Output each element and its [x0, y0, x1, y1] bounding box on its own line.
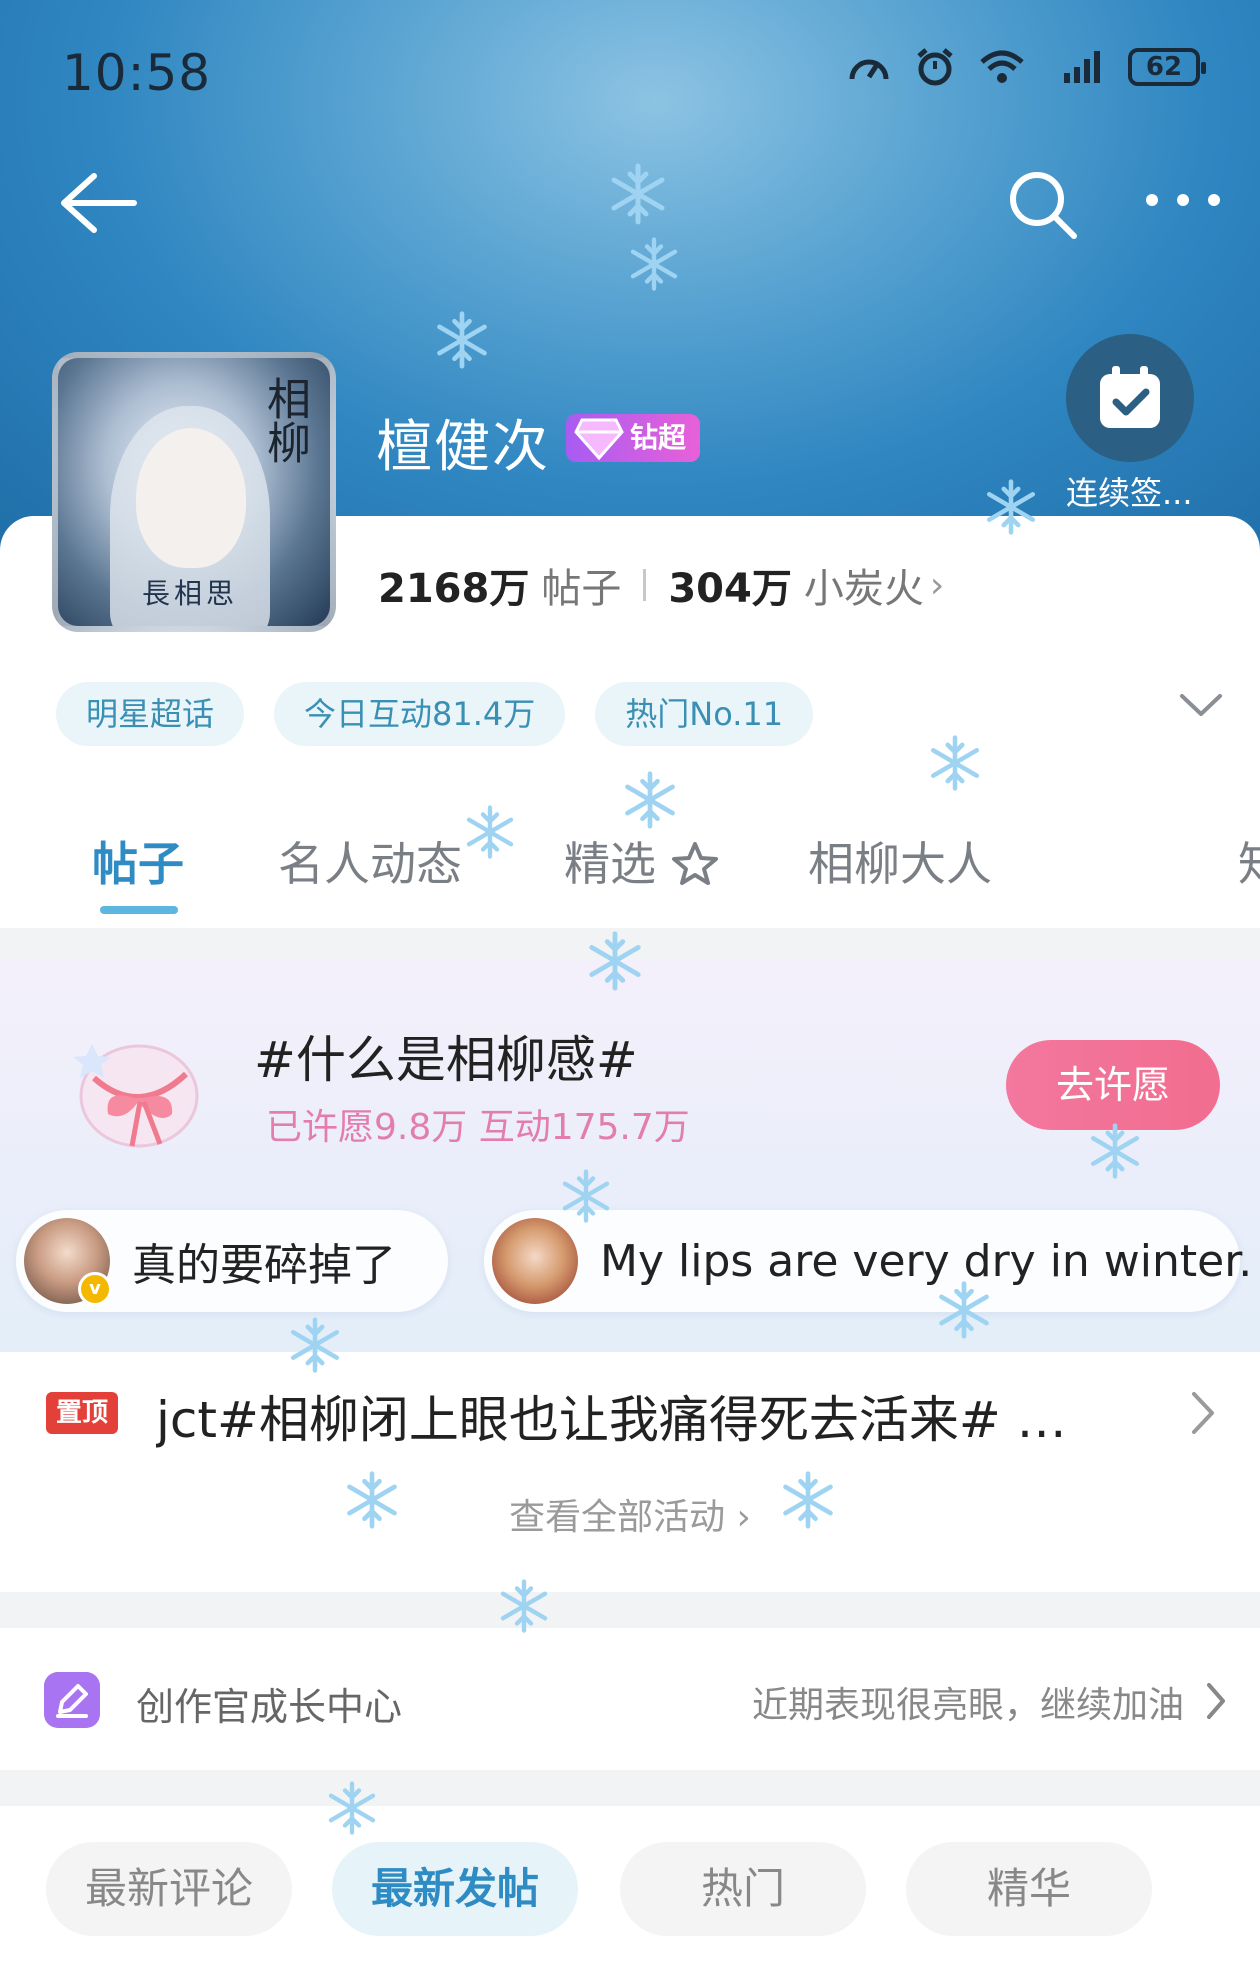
- view-all-activities-link[interactable]: 查看全部活动 ›: [0, 1488, 1260, 1540]
- wish-topic-title[interactable]: #什么是相柳感#: [254, 1020, 638, 1092]
- growth-center-hint: 近期表现很亮眼，继续加油: [751, 1685, 1184, 1726]
- sort-latest-comments[interactable]: 最新评论: [46, 1842, 292, 1936]
- sort-essence[interactable]: 精华: [906, 1842, 1152, 1936]
- verified-icon: v: [78, 1272, 112, 1306]
- content-tabs: 帖子 名人动态 精选 相柳大人 知: [0, 800, 1260, 920]
- comment-bubble[interactable]: v 真的要碎掉了: [16, 1210, 448, 1312]
- tab-celebrity-updates[interactable]: 名人动态: [278, 828, 462, 894]
- tag-daily-interaction[interactable]: 今日互动81.4万: [274, 682, 566, 746]
- search-icon[interactable]: [1004, 166, 1082, 244]
- stats-divider: [643, 569, 647, 601]
- tab-featured[interactable]: 精选: [564, 828, 719, 894]
- fire-unit: 小炭火: [803, 566, 924, 612]
- make-wish-button[interactable]: 去许愿: [1006, 1040, 1220, 1130]
- topic-name: 檀健次: [376, 415, 550, 480]
- chevron-down-icon[interactable]: [1178, 690, 1224, 720]
- topic-stats[interactable]: 2168万 帖子 304万 小炭火 ›: [378, 556, 944, 614]
- avatar-poster-subtitle: 長相思: [142, 577, 239, 610]
- alarm-icon: [917, 48, 953, 86]
- fire-count: 304万: [668, 566, 792, 612]
- star-face-icon: [671, 842, 718, 885]
- tab-overflow[interactable]: 知: [1238, 828, 1260, 894]
- signal-icon: [1064, 51, 1100, 83]
- active-tab-indicator: [100, 906, 178, 914]
- tab-posts[interactable]: 帖子: [92, 828, 184, 894]
- chevron-right-icon: ›: [929, 564, 945, 606]
- status-bar: 10:58 62: [0, 0, 1260, 140]
- gift-box-icon: [73, 1044, 199, 1148]
- topic-tags: 明星超话 今日互动81.4万 热门No.11: [56, 682, 814, 746]
- sort-latest-posts[interactable]: 最新发帖: [332, 1842, 578, 1936]
- commenter-avatar: v: [24, 1218, 112, 1306]
- posts-unit: 帖子: [541, 566, 622, 612]
- calendar-check-icon: [1100, 366, 1160, 428]
- checkin-label[interactable]: 连续签...: [1066, 468, 1216, 514]
- tag-hot-rank[interactable]: 热门No.11: [595, 682, 814, 746]
- back-arrow-icon[interactable]: [54, 168, 140, 238]
- wifi-icon: [980, 50, 1024, 83]
- pinned-badge: 置顶: [46, 1392, 118, 1434]
- comment-text: My lips are very dry in winter.: [600, 1235, 1253, 1287]
- tab-featured-label: 精选: [564, 837, 656, 891]
- comment-text: 真的要碎掉了: [132, 1240, 396, 1291]
- topic-avatar[interactable]: 相柳 長相思: [52, 352, 336, 632]
- diamond-badge[interactable]: 钻超: [566, 414, 701, 462]
- sort-hot[interactable]: 热门: [620, 1842, 866, 1936]
- growth-center-title: 创作官成长中心: [136, 1685, 403, 1729]
- status-time: 10:58: [62, 44, 212, 102]
- more-icon[interactable]: [1140, 180, 1226, 220]
- chevron-right-icon[interactable]: [1190, 1390, 1216, 1436]
- pinned-post-title[interactable]: jct#相柳闭上眼也让我痛得死去活来# …: [156, 1380, 1116, 1452]
- chevron-right-icon[interactable]: [1206, 1682, 1226, 1720]
- battery-level: 62: [1145, 52, 1183, 82]
- badge-label: 钻超: [630, 421, 687, 454]
- posts-count: 2168万: [378, 566, 530, 612]
- avatar-face-shape: [136, 428, 246, 568]
- tag-star-topic[interactable]: 明星超话: [56, 682, 245, 746]
- speed-icon: [849, 59, 889, 80]
- commenter-avatar: [492, 1218, 578, 1304]
- checkin-button[interactable]: [1066, 334, 1194, 462]
- battery-indicator: 62: [1128, 48, 1206, 86]
- comment-bubble[interactable]: My lips are very dry in winter.: [484, 1210, 1252, 1312]
- status-icons: 62: [846, 46, 1206, 88]
- avatar-poster-title: 相柳: [259, 376, 310, 464]
- wish-stats: 已许愿9.8万 互动175.7万: [266, 1107, 690, 1148]
- tab-xiangliu[interactable]: 相柳大人: [808, 828, 992, 894]
- diamond-icon: [574, 418, 624, 460]
- pen-badge-icon: [44, 1672, 100, 1728]
